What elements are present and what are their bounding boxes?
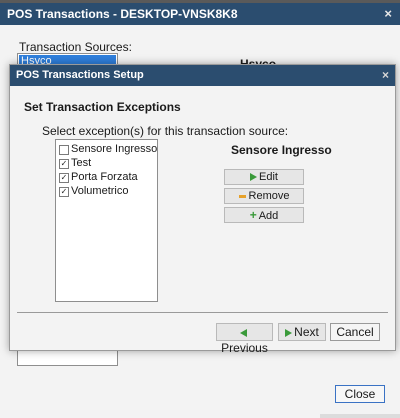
exceptions-prompt: Select exception(s) for this transaction…: [42, 124, 289, 138]
window-title-bar: POS Transactions - DESKTOP-VNSK8K8 ×: [0, 3, 400, 25]
arrow-right-icon: [250, 173, 258, 182]
exceptions-heading: Set Transaction Exceptions: [24, 100, 181, 114]
dialog-close-icon[interactable]: ×: [382, 68, 389, 82]
arrow-right-icon: [285, 328, 293, 337]
previous-button[interactable]: Previous: [216, 323, 273, 355]
next-button-label: Next: [294, 325, 319, 339]
dialog-divider: [17, 312, 388, 313]
bottom-strip: [320, 414, 400, 418]
edit-button[interactable]: Edit: [224, 169, 304, 185]
window-title: POS Transactions - DESKTOP-VNSK8K8: [7, 7, 238, 21]
transaction-sources-label: Transaction Sources:: [19, 40, 132, 54]
cancel-button[interactable]: Cancel: [330, 323, 380, 341]
exception-checkbox-sensore-ingresso[interactable]: [59, 145, 69, 155]
add-button[interactable]: + Add: [224, 207, 304, 223]
pos-transactions-setup-dialog: POS Transactions Setup × Set Transaction…: [9, 64, 396, 355]
minus-icon: [238, 194, 246, 198]
remove-button-label: Remove: [248, 190, 290, 202]
dialog-title: POS Transactions Setup: [16, 69, 144, 81]
next-button[interactable]: Next: [278, 323, 326, 341]
exceptions-checklist[interactable]: Sensore Ingresso ✓ Test ✓ Porta Forzata …: [55, 139, 158, 302]
exception-checkbox-test[interactable]: ✓: [59, 159, 69, 169]
remove-button[interactable]: Remove: [224, 188, 304, 204]
close-button[interactable]: Close: [335, 385, 385, 403]
exception-label: Sensore Ingresso: [71, 143, 158, 155]
previous-button-label: Previous: [221, 341, 268, 355]
exception-checkbox-porta-forzata[interactable]: ✓: [59, 173, 69, 183]
arrow-left-icon: [239, 328, 247, 337]
dialog-title-bar: POS Transactions Setup ×: [10, 65, 395, 86]
window-close-icon[interactable]: ×: [384, 6, 392, 21]
exception-label: Porta Forzata: [71, 171, 138, 183]
plus-icon: +: [249, 208, 257, 222]
exception-label: Volumetrico: [71, 185, 129, 197]
exception-checkbox-volumetrico[interactable]: ✓: [59, 187, 69, 197]
selected-exception-name: Sensore Ingresso: [231, 143, 332, 157]
edit-button-label: Edit: [259, 171, 278, 183]
add-button-label: Add: [258, 210, 279, 222]
exception-label: Test: [71, 157, 92, 169]
